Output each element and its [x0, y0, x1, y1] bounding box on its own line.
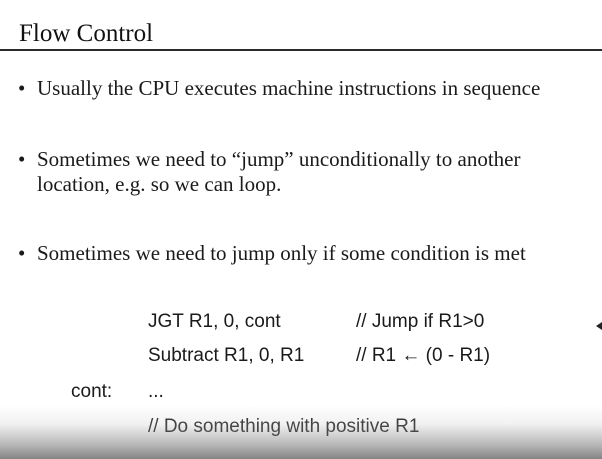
- bullet-text: Sometimes we need to jump only if some c…: [37, 241, 526, 265]
- code-comment: // R1 ← (0 - R1): [356, 345, 491, 366]
- code-instruction: Subtract R1, 0, R1: [148, 345, 305, 366]
- code-instruction: JGT R1, 0, cont: [148, 311, 281, 332]
- slide: Flow Control • Usually the CPU executes …: [0, 0, 602, 459]
- bullet-marker: •: [18, 76, 26, 100]
- code-comment: // Jump if R1>0: [356, 311, 485, 332]
- code-ellipsis: ...: [148, 381, 164, 402]
- code-label: cont:: [71, 381, 113, 402]
- bullet-marker: •: [18, 241, 26, 265]
- bullet-text: Sometimes we need to “jump” unconditiona…: [37, 147, 521, 171]
- slide-title: Flow Control: [19, 20, 154, 47]
- bullet-text-continuation: location, e.g. so we can loop.: [37, 172, 282, 196]
- bullet-text: Usually the CPU executes machine instruc…: [37, 76, 541, 100]
- code-comment: // Do something with positive R1: [148, 416, 420, 437]
- title-underline: [0, 49, 602, 51]
- pointer-arrow-icon: [596, 322, 602, 330]
- bullet-marker: •: [18, 147, 26, 171]
